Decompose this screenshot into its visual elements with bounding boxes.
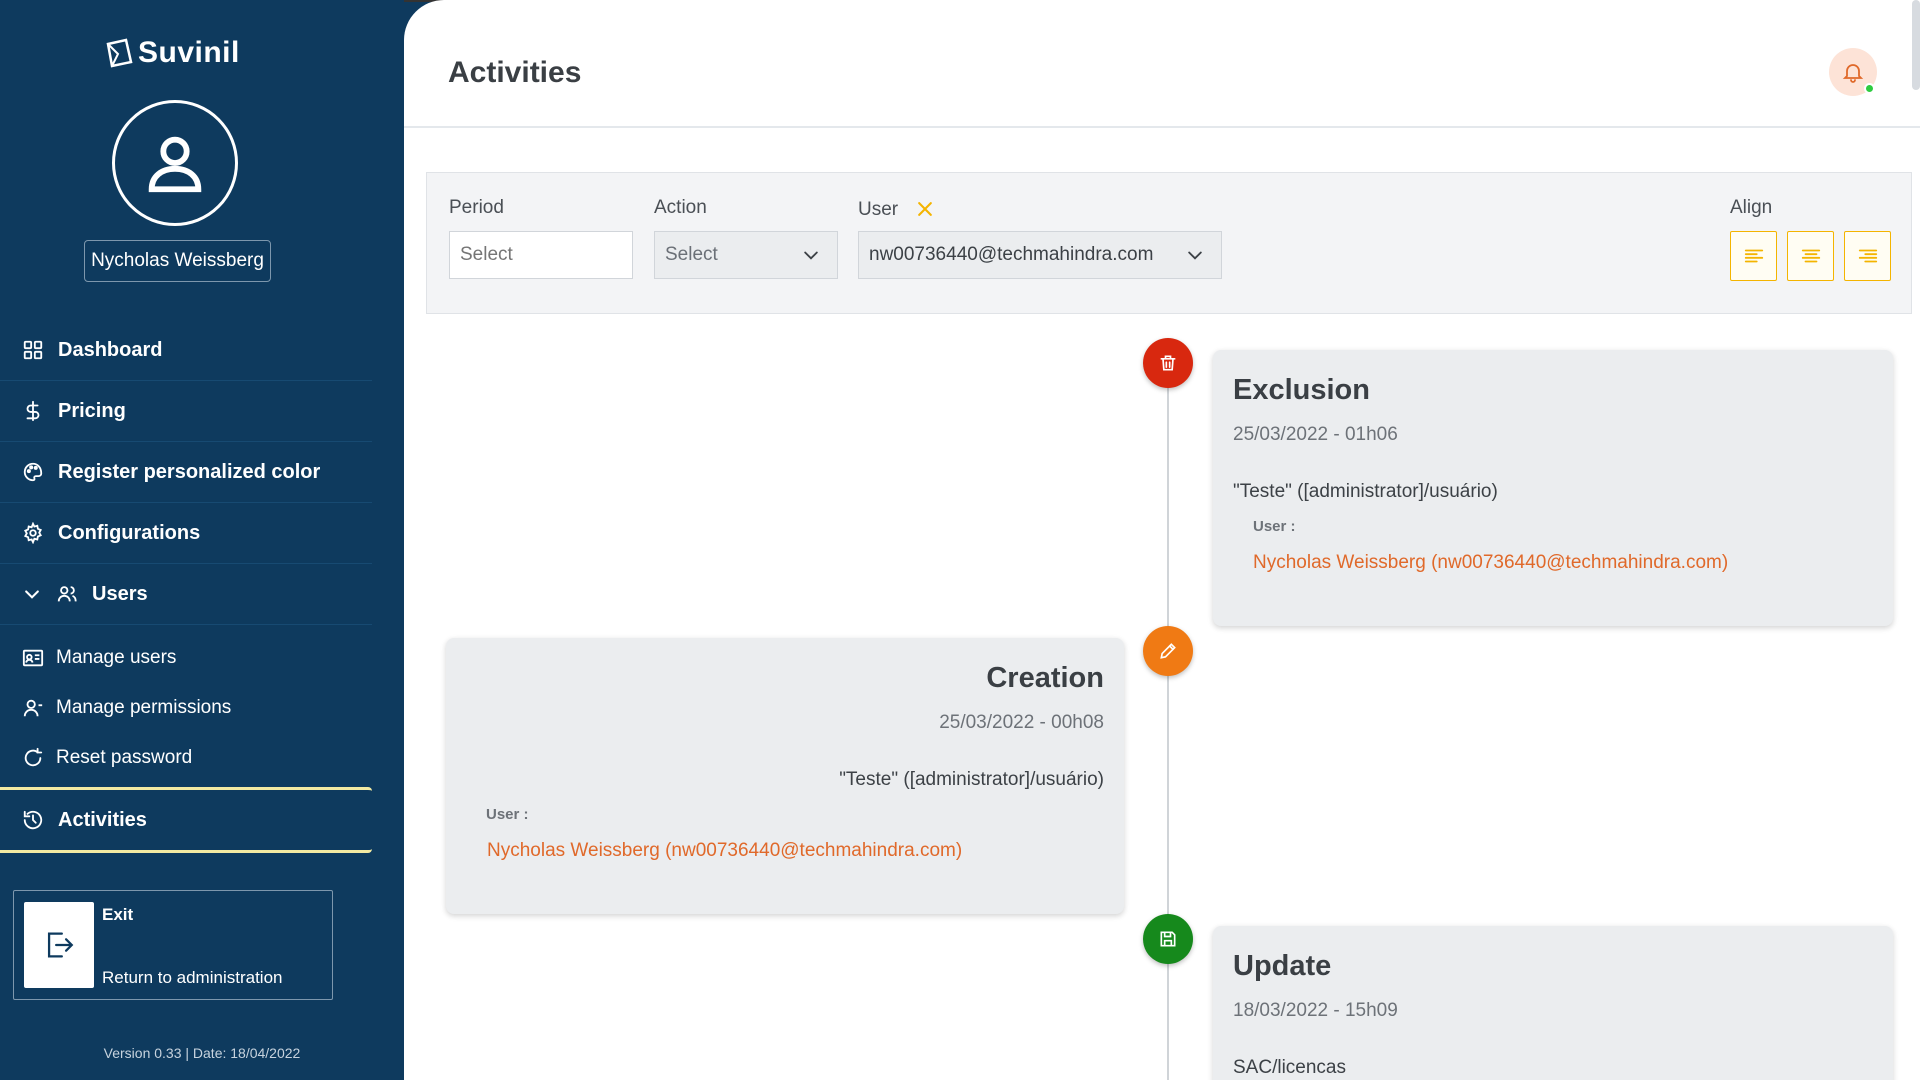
activity-title: Exclusion	[1233, 374, 1370, 406]
align-right-button[interactable]	[1844, 231, 1891, 281]
sidebar-item-dashboard[interactable]: Dashboard	[0, 320, 372, 381]
save-icon	[1160, 931, 1176, 947]
sidebar-item-label: Dashboard	[58, 338, 163, 361]
sidebar-item-label: Users	[92, 582, 148, 605]
sidebar-item-label: Activities	[58, 808, 147, 831]
sidebar-subitem-label: Manage permissions	[56, 697, 232, 718]
activity-description: SAC/licencas	[1233, 1057, 1346, 1078]
exit-title: Exit	[102, 905, 134, 924]
sidebar: Suvinil Nycholas Weissberg Dashboard Pri…	[0, 0, 404, 1080]
sidebar-subitem-manage-users[interactable]: Manage users	[0, 633, 372, 683]
dollar-icon	[26, 400, 40, 422]
brand-name: Suvinil	[138, 36, 240, 69]
period-input[interactable]	[449, 231, 633, 279]
main-content: Activities Period Action Select User nw0…	[404, 0, 1920, 1080]
user-label: User	[858, 199, 899, 220]
sidebar-item-label: Configurations	[58, 521, 201, 544]
chevron-down-icon	[1188, 251, 1202, 260]
filter-panel: Period Action Select User nw00736440@tec…	[426, 172, 1912, 314]
online-status-dot	[1864, 83, 1875, 94]
align-left-icon	[1744, 249, 1763, 263]
sidebar-item-label: Register personalized color	[58, 460, 321, 483]
activity-date: 25/03/2022 - 01h06	[1233, 424, 1398, 445]
sidebar-subitem-reset-password[interactable]: Reset password	[0, 733, 372, 783]
gear-icon	[24, 522, 42, 544]
timeline-line	[1167, 360, 1169, 1080]
sidebar-item-pricing[interactable]: Pricing	[0, 381, 372, 442]
exit-icon-box	[24, 902, 94, 988]
sidebar-nav: Dashboard Pricing Register personalized …	[0, 320, 372, 853]
activity-description: "Teste" ([administrator]/usuário)	[1233, 481, 1498, 502]
palette-icon	[23, 462, 43, 482]
period-label: Period	[449, 197, 504, 218]
sidebar-item-activities[interactable]: Activities	[0, 787, 372, 853]
trash-icon	[1160, 355, 1176, 371]
activity-description: "Teste" ([administrator]/usuário)	[839, 769, 1104, 790]
users-icon	[57, 586, 77, 602]
align-label: Align	[1730, 197, 1773, 218]
exit-button[interactable]: Exit Return to administration	[13, 890, 333, 1000]
activity-date: 25/03/2022 - 00h08	[939, 712, 1104, 733]
align-center-button[interactable]	[1787, 231, 1834, 281]
id-card-icon	[22, 649, 44, 667]
sidebar-item-configurations[interactable]: Configurations	[0, 503, 372, 564]
version-info: Version 0.33 | Date: 18/04/2022	[103, 1045, 301, 1061]
action-select-value: Select	[665, 244, 718, 265]
activity-date: 18/03/2022 - 15h09	[1233, 1000, 1398, 1021]
activity-user-link[interactable]: Nycholas Weissberg (nw00736440@techmahin…	[487, 840, 962, 862]
sidebar-subitem-label: Reset password	[56, 747, 193, 768]
logout-icon	[47, 932, 74, 958]
sidebar-subitem-label: Manage users	[56, 647, 177, 668]
pencil-icon	[1160, 643, 1176, 659]
user-avatar-icon	[148, 136, 202, 193]
align-left-button[interactable]	[1730, 231, 1777, 281]
action-select[interactable]: Select	[654, 231, 838, 279]
activity-title: Creation	[986, 662, 1104, 694]
chevron-down-icon	[25, 590, 39, 599]
activity-user-link[interactable]: Nycholas Weissberg (nw00736440@techmahin…	[1253, 552, 1728, 574]
refresh-icon	[24, 747, 43, 767]
timeline-marker-update	[1143, 914, 1193, 964]
action-label: Action	[654, 197, 707, 218]
clear-user-filter-icon[interactable]	[915, 199, 935, 219]
sidebar-item-users[interactable]: Users	[0, 564, 372, 625]
user-name: Nycholas Weissberg	[84, 240, 271, 282]
timeline-card-exclusion: Exclusion 25/03/2022 - 01h06 "Teste" ([a…	[1213, 350, 1893, 626]
history-icon	[23, 810, 43, 830]
activity-title: Update	[1233, 950, 1332, 982]
user-icon	[23, 699, 43, 717]
notifications-button[interactable]	[1829, 48, 1877, 96]
timeline-card-update: Update 18/03/2022 - 15h09 SAC/licencas	[1213, 926, 1893, 1080]
user-select[interactable]: nw00736440@techmahindra.com	[858, 231, 1222, 279]
align-right-icon	[1858, 249, 1877, 263]
activity-user-label: User :	[1253, 518, 1296, 535]
bell-icon	[1842, 64, 1864, 83]
chevron-down-icon	[804, 251, 818, 260]
activity-user-label: User :	[486, 806, 529, 823]
sidebar-item-label: Pricing	[58, 399, 126, 422]
page-title: Activities	[448, 56, 582, 89]
sidebar-item-register-color[interactable]: Register personalized color	[0, 442, 372, 503]
avatar	[112, 100, 238, 226]
sidebar-subitem-manage-permissions[interactable]: Manage permissions	[0, 683, 372, 733]
timeline-marker-creation	[1143, 626, 1193, 676]
timeline-card-creation: Creation 25/03/2022 - 00h08 "Teste" ([ad…	[446, 638, 1124, 914]
align-center-icon	[1801, 249, 1820, 263]
exit-subtitle: Return to administration	[102, 968, 283, 987]
header: Activities	[404, 0, 1920, 128]
brand-logo[interactable]: Suvinil	[104, 36, 240, 70]
timeline-marker-exclusion	[1143, 338, 1193, 388]
logo-icon	[106, 38, 133, 68]
grid-icon	[23, 340, 43, 360]
user-select-value: nw00736440@techmahindra.com	[869, 244, 1154, 265]
